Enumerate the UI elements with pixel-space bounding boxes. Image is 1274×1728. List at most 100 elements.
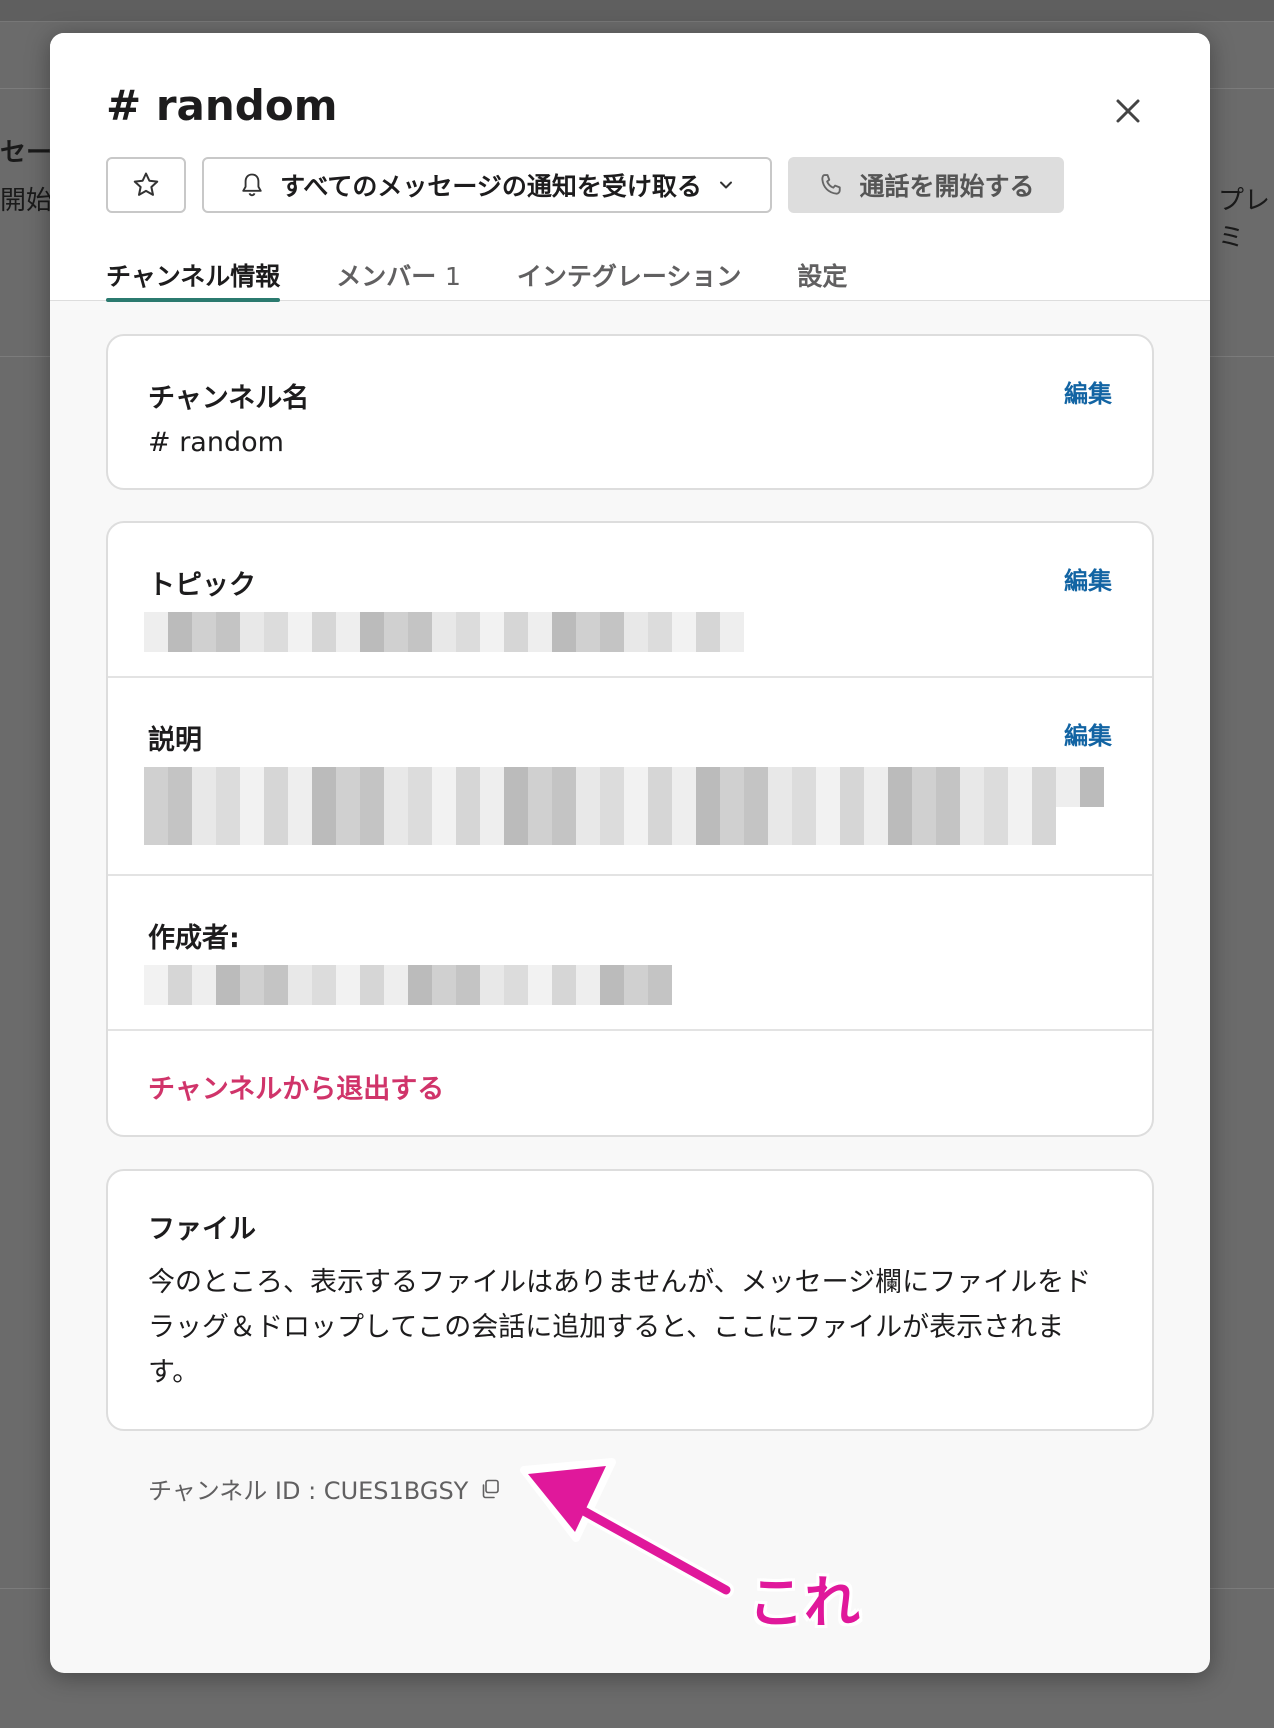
redacted-block — [168, 612, 192, 652]
redacted-block — [864, 805, 888, 845]
creator-section: 作成者: — [108, 876, 1152, 1031]
background-topbar — [0, 0, 1274, 22]
redacted-block — [744, 767, 768, 807]
redacted-creator — [144, 965, 1112, 1005]
redacted-block — [192, 805, 216, 845]
redacted-block — [168, 767, 192, 807]
start-call-button[interactable]: 通話を開始する — [788, 157, 1064, 213]
redacted-description-line2 — [144, 805, 1112, 845]
description-section: 説明 編集 — [108, 678, 1152, 876]
redacted-block — [768, 767, 792, 807]
channel-name-card: チャンネル名 # random 編集 — [106, 334, 1154, 490]
redacted-block — [504, 612, 528, 652]
redacted-block — [936, 767, 960, 807]
redacted-block — [192, 965, 216, 1005]
redacted-block — [888, 767, 912, 807]
channel-name-value: # random — [148, 427, 284, 458]
redacted-block — [720, 612, 744, 652]
redacted-block — [264, 612, 288, 652]
redacted-block — [360, 805, 384, 845]
redacted-block — [216, 805, 240, 845]
copy-channel-id-button[interactable] — [478, 1477, 502, 1501]
channel-details-modal: # random すべてのメッセージの通知を受け取る 通話を開始する チャンネル… — [50, 33, 1210, 1673]
redacted-block — [600, 805, 624, 845]
redacted-block — [384, 612, 408, 652]
files-section: ファイル 今のところ、表示するファイルはありませんが、メッセージ欄にファイルをド… — [108, 1171, 1152, 1429]
modal-title: # random — [106, 81, 338, 130]
star-button[interactable] — [106, 157, 186, 213]
channel-id-row: チャンネル ID : CUES1BGSY — [148, 1471, 502, 1506]
redacted-block — [480, 612, 504, 652]
tab-channel-info[interactable]: チャンネル情報 — [106, 245, 281, 302]
channel-name-section: チャンネル名 # random 編集 — [108, 336, 1152, 488]
redacted-block — [672, 767, 696, 807]
tab-integrations[interactable]: インテグレーション — [517, 245, 742, 301]
edit-topic-link[interactable]: 編集 — [1064, 561, 1112, 596]
files-card: ファイル 今のところ、表示するファイルはありませんが、メッセージ欄にファイルをド… — [106, 1169, 1154, 1431]
tab-bar: チャンネル情報 メンバー 1 インテグレーション 設定 — [106, 245, 847, 302]
channel-name-label: チャンネル名 — [148, 383, 310, 414]
annotation-label: これ — [748, 1571, 860, 1636]
redacted-block — [528, 805, 552, 845]
redacted-block — [816, 805, 840, 845]
redacted-block — [1008, 767, 1032, 807]
background-text: セー — [0, 138, 53, 168]
redacted-block — [1032, 767, 1056, 807]
redacted-topic — [144, 612, 1112, 652]
redacted-block — [336, 612, 360, 652]
redacted-block — [720, 767, 744, 807]
redacted-block — [144, 612, 168, 652]
redacted-block — [840, 767, 864, 807]
redacted-block — [600, 965, 624, 1005]
redacted-block — [768, 805, 792, 845]
tab-members[interactable]: メンバー 1 — [336, 245, 461, 301]
redacted-block — [192, 767, 216, 807]
redacted-block — [336, 805, 360, 845]
redacted-block — [552, 612, 576, 652]
redacted-block — [408, 612, 432, 652]
channel-id-text: チャンネル ID : CUES1BGSY — [148, 1477, 469, 1505]
redacted-block — [144, 805, 168, 845]
close-button[interactable] — [1108, 91, 1148, 131]
redacted-block — [672, 612, 696, 652]
tab-settings[interactable]: 設定 — [797, 245, 847, 301]
redacted-block — [336, 965, 360, 1005]
redacted-block — [432, 612, 456, 652]
redacted-block — [696, 767, 720, 807]
redacted-block — [552, 767, 576, 807]
redacted-block — [648, 612, 672, 652]
redacted-block — [864, 767, 888, 807]
leave-channel-link[interactable]: チャンネルから退出する — [148, 1067, 1112, 1106]
redacted-block — [648, 805, 672, 845]
redacted-block — [1008, 805, 1032, 845]
redacted-block — [288, 805, 312, 845]
redacted-block — [168, 965, 192, 1005]
redacted-block — [936, 805, 960, 845]
redacted-block — [576, 965, 600, 1005]
redacted-block — [744, 805, 768, 845]
redacted-block — [360, 965, 384, 1005]
redacted-block — [792, 767, 816, 807]
redacted-block — [984, 805, 1008, 845]
notification-button[interactable]: すべてのメッセージの通知を受け取る — [202, 157, 772, 213]
redacted-block — [384, 767, 408, 807]
redacted-block — [432, 767, 456, 807]
redacted-block — [240, 612, 264, 652]
redacted-block — [216, 612, 240, 652]
bell-icon — [242, 173, 262, 197]
redacted-block — [552, 965, 576, 1005]
edit-channel-name-link[interactable]: 編集 — [1064, 374, 1112, 409]
redacted-block — [192, 612, 216, 652]
topic-section: トピック 編集 — [108, 523, 1152, 678]
redacted-block — [216, 767, 240, 807]
redacted-block — [480, 805, 504, 845]
phone-icon — [821, 174, 842, 195]
redacted-block — [432, 805, 456, 845]
redacted-block — [264, 767, 288, 807]
edit-description-link[interactable]: 編集 — [1064, 716, 1112, 751]
notification-label: すべてのメッセージの通知を受け取る — [280, 172, 702, 201]
redacted-block — [576, 612, 600, 652]
redacted-block — [1056, 767, 1080, 807]
background-text: 開始 — [0, 186, 53, 216]
redacted-block — [480, 965, 504, 1005]
